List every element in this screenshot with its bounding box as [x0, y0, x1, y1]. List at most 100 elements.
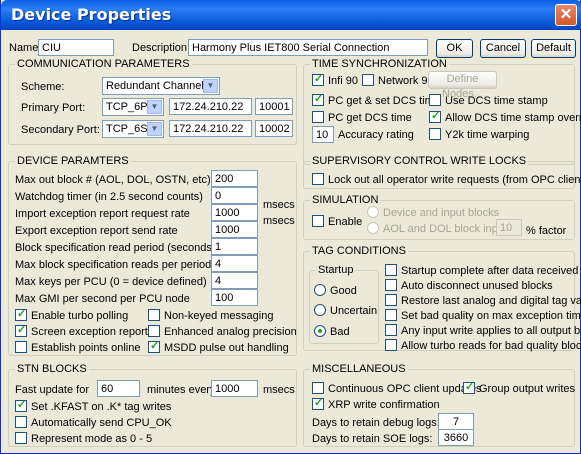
radio-icon: [367, 206, 379, 218]
primary-ip-input[interactable]: 172.24.210.22: [169, 98, 252, 115]
checkbox-unchecked-icon: [429, 94, 441, 106]
set-bad-quality-checkbox[interactable]: Set bad quality on max exception timeout: [385, 309, 581, 323]
watchdog-timer-label: Watchdog timer (in 2.5 second counts): [15, 191, 203, 203]
auto-disconnect-checkbox[interactable]: Auto disconnect unused blocks: [385, 279, 553, 293]
infi90-label: Infi 90: [328, 75, 358, 87]
device-input-blocks-radio[interactable]: Device and input blocks: [367, 206, 499, 220]
group-output-writes-checkbox[interactable]: Group output writes: [463, 381, 575, 396]
chevron-down-icon: ▼: [147, 122, 162, 136]
checkbox-unchecked-icon: [148, 309, 160, 321]
primary-port-number-input[interactable]: 10001: [255, 98, 293, 115]
continuous-opc-label: Continuous OPC client updates: [328, 383, 482, 395]
auto-disconnect-label: Auto disconnect unused blocks: [401, 280, 553, 292]
set-bad-quality-label: Set bad quality on max exception timeout: [401, 310, 581, 322]
secondary-port-number-input[interactable]: 10002: [255, 120, 293, 137]
primary-port-label: Primary Port:: [21, 102, 86, 114]
represent-mode-checkbox[interactable]: Represent mode as 0 - 5: [15, 432, 152, 446]
group-title: DEVICE PARAMTERS: [15, 155, 131, 167]
import-exception-label: Import exception report request rate: [15, 208, 190, 220]
secondary-ip-input[interactable]: 172.24.210.22: [169, 120, 252, 137]
name-label: Name: [9, 42, 39, 54]
checkbox-checked-icon: [15, 324, 27, 337]
allow-turbo-reads-checkbox[interactable]: Allow turbo reads for bad quality blocks: [385, 339, 581, 353]
default-button[interactable]: Default: [531, 39, 576, 58]
xrp-write-confirmation-checkbox[interactable]: XRP write confirmation: [312, 397, 440, 412]
debug-logs-input[interactable]: 7: [438, 413, 474, 430]
auto-cpu-label: Automatically send CPU_OK: [31, 417, 172, 429]
msdd-pulse-out-handling-checkbox[interactable]: MSDD pulse out handling: [148, 340, 289, 355]
max-block-reads-input[interactable]: 4: [211, 255, 258, 272]
startup-good-radio[interactable]: Good: [314, 284, 357, 298]
aol-dol-block-inputs-radio[interactable]: AOL and DOL block inputs: [367, 222, 512, 236]
primary-port-value: TCP_6P:: [106, 101, 151, 113]
startup-bad-radio[interactable]: Bad: [314, 325, 350, 339]
accuracy-rating-input[interactable]: 10: [312, 126, 334, 143]
allow-dcs-time-stamp-override-checkbox[interactable]: Allow DCS time stamp override: [429, 110, 581, 125]
y2k-label: Y2k time warping: [445, 129, 530, 141]
description-input[interactable]: Harmony Plus IET800 Serial Connection: [188, 39, 428, 56]
set-kfast-checkbox[interactable]: Set .KFAST on .K* tag writes: [15, 399, 172, 414]
establish-points-online-checkbox[interactable]: Establish points online: [15, 341, 140, 355]
any-input-write-checkbox[interactable]: Any input write applies to all output bl…: [385, 324, 581, 338]
max-gmi-label: Max GMI per second per PCU node: [15, 293, 190, 305]
y2k-time-warping-checkbox[interactable]: Y2k time warping: [429, 128, 529, 142]
enhanced-analog-precision-checkbox[interactable]: Enhanced analog precision: [148, 325, 297, 339]
pc-get-dcs-time-checkbox[interactable]: PC get DCS time: [312, 111, 412, 125]
enable-label: Enable: [328, 216, 363, 228]
fast-update-input[interactable]: 60: [97, 380, 140, 397]
msecs-unit: msecs: [263, 199, 295, 211]
scheme-select[interactable]: Redundant Channel ▼: [102, 77, 220, 95]
startup-complete-checkbox[interactable]: Startup complete after data received: [385, 264, 578, 278]
checkbox-checked-icon: [429, 110, 441, 123]
radio-icon: [367, 222, 379, 234]
ok-button[interactable]: OK: [436, 39, 473, 58]
checkbox-unchecked-icon: [362, 74, 374, 86]
represent-mode-label: Represent mode as 0 - 5: [31, 433, 153, 445]
restore-last-label: Restore last analog and digital tag valu…: [401, 295, 581, 307]
restore-last-values-checkbox[interactable]: Restore last analog and digital tag valu…: [385, 294, 581, 308]
enable-turbo-polling-checkbox[interactable]: Enable turbo polling: [15, 308, 128, 323]
max-out-block-input[interactable]: 200: [211, 170, 258, 187]
establish-points-label: Establish points online: [31, 342, 141, 354]
continuous-opc-updates-checkbox[interactable]: Continuous OPC client updates: [312, 382, 481, 396]
msecs-unit: msecs: [263, 215, 295, 227]
name-input[interactable]: CIU: [38, 39, 114, 56]
soe-logs-input[interactable]: 3660: [438, 429, 474, 446]
checkbox-checked-icon: [148, 340, 160, 353]
checkbox-unchecked-icon: [15, 432, 27, 444]
block-spec-period-input[interactable]: 1: [211, 238, 258, 255]
watchdog-timer-input[interactable]: 0: [211, 187, 258, 204]
msecs-unit: msecs: [263, 384, 295, 396]
checkbox-unchecked-icon: [15, 416, 27, 428]
import-exception-input[interactable]: 1000: [211, 204, 258, 221]
close-button[interactable]: ✕: [555, 4, 577, 26]
radio-icon: [314, 304, 326, 316]
max-keys-input[interactable]: 4: [211, 272, 258, 289]
any-input-label: Any input write applies to all output bl…: [401, 325, 581, 337]
max-gmi-input[interactable]: 100: [211, 289, 258, 306]
define-nodes-button[interactable]: Define Nodes...: [428, 71, 497, 100]
pc-get-set-dcs-time-checkbox[interactable]: PC get & set DCS time: [312, 93, 440, 108]
screen-exception-reports-checkbox[interactable]: Screen exception reports: [15, 324, 153, 339]
secondary-port-select[interactable]: TCP_6S: ▼: [102, 120, 164, 138]
infi90-checkbox[interactable]: Infi 90: [312, 73, 358, 88]
auto-send-cpu-ok-checkbox[interactable]: Automatically send CPU_OK: [15, 416, 172, 430]
checkbox-unchecked-icon: [312, 111, 324, 123]
export-exception-input[interactable]: 1000: [211, 221, 258, 238]
checkbox-checked-icon: [312, 73, 324, 86]
non-keyed-messaging-checkbox[interactable]: Non-keyed messaging: [148, 309, 273, 323]
network90-checkbox[interactable]: Network 90: [362, 74, 434, 88]
use-dcs-time-stamp-checkbox[interactable]: Use DCS time stamp: [429, 94, 548, 108]
lock-out-operator-writes-checkbox[interactable]: Lock out all operator write requests (fr…: [312, 173, 581, 187]
checkbox-checked-icon: [312, 93, 324, 106]
every-msecs-input[interactable]: 1000: [211, 380, 258, 397]
cancel-button[interactable]: Cancel: [480, 39, 526, 58]
primary-port-select[interactable]: TCP_6P: ▼: [102, 98, 164, 116]
checkbox-unchecked-icon: [148, 325, 160, 337]
startup-uncertain-radio[interactable]: Uncertain: [314, 304, 377, 318]
group-title: SIMULATION: [310, 194, 381, 206]
simulation-enable-checkbox[interactable]: Enable: [312, 215, 362, 229]
simulation-factor-input[interactable]: 10: [496, 219, 522, 236]
set-kfast-label: Set .KFAST on .K* tag writes: [31, 401, 172, 413]
radio-selected-icon: [314, 325, 326, 337]
